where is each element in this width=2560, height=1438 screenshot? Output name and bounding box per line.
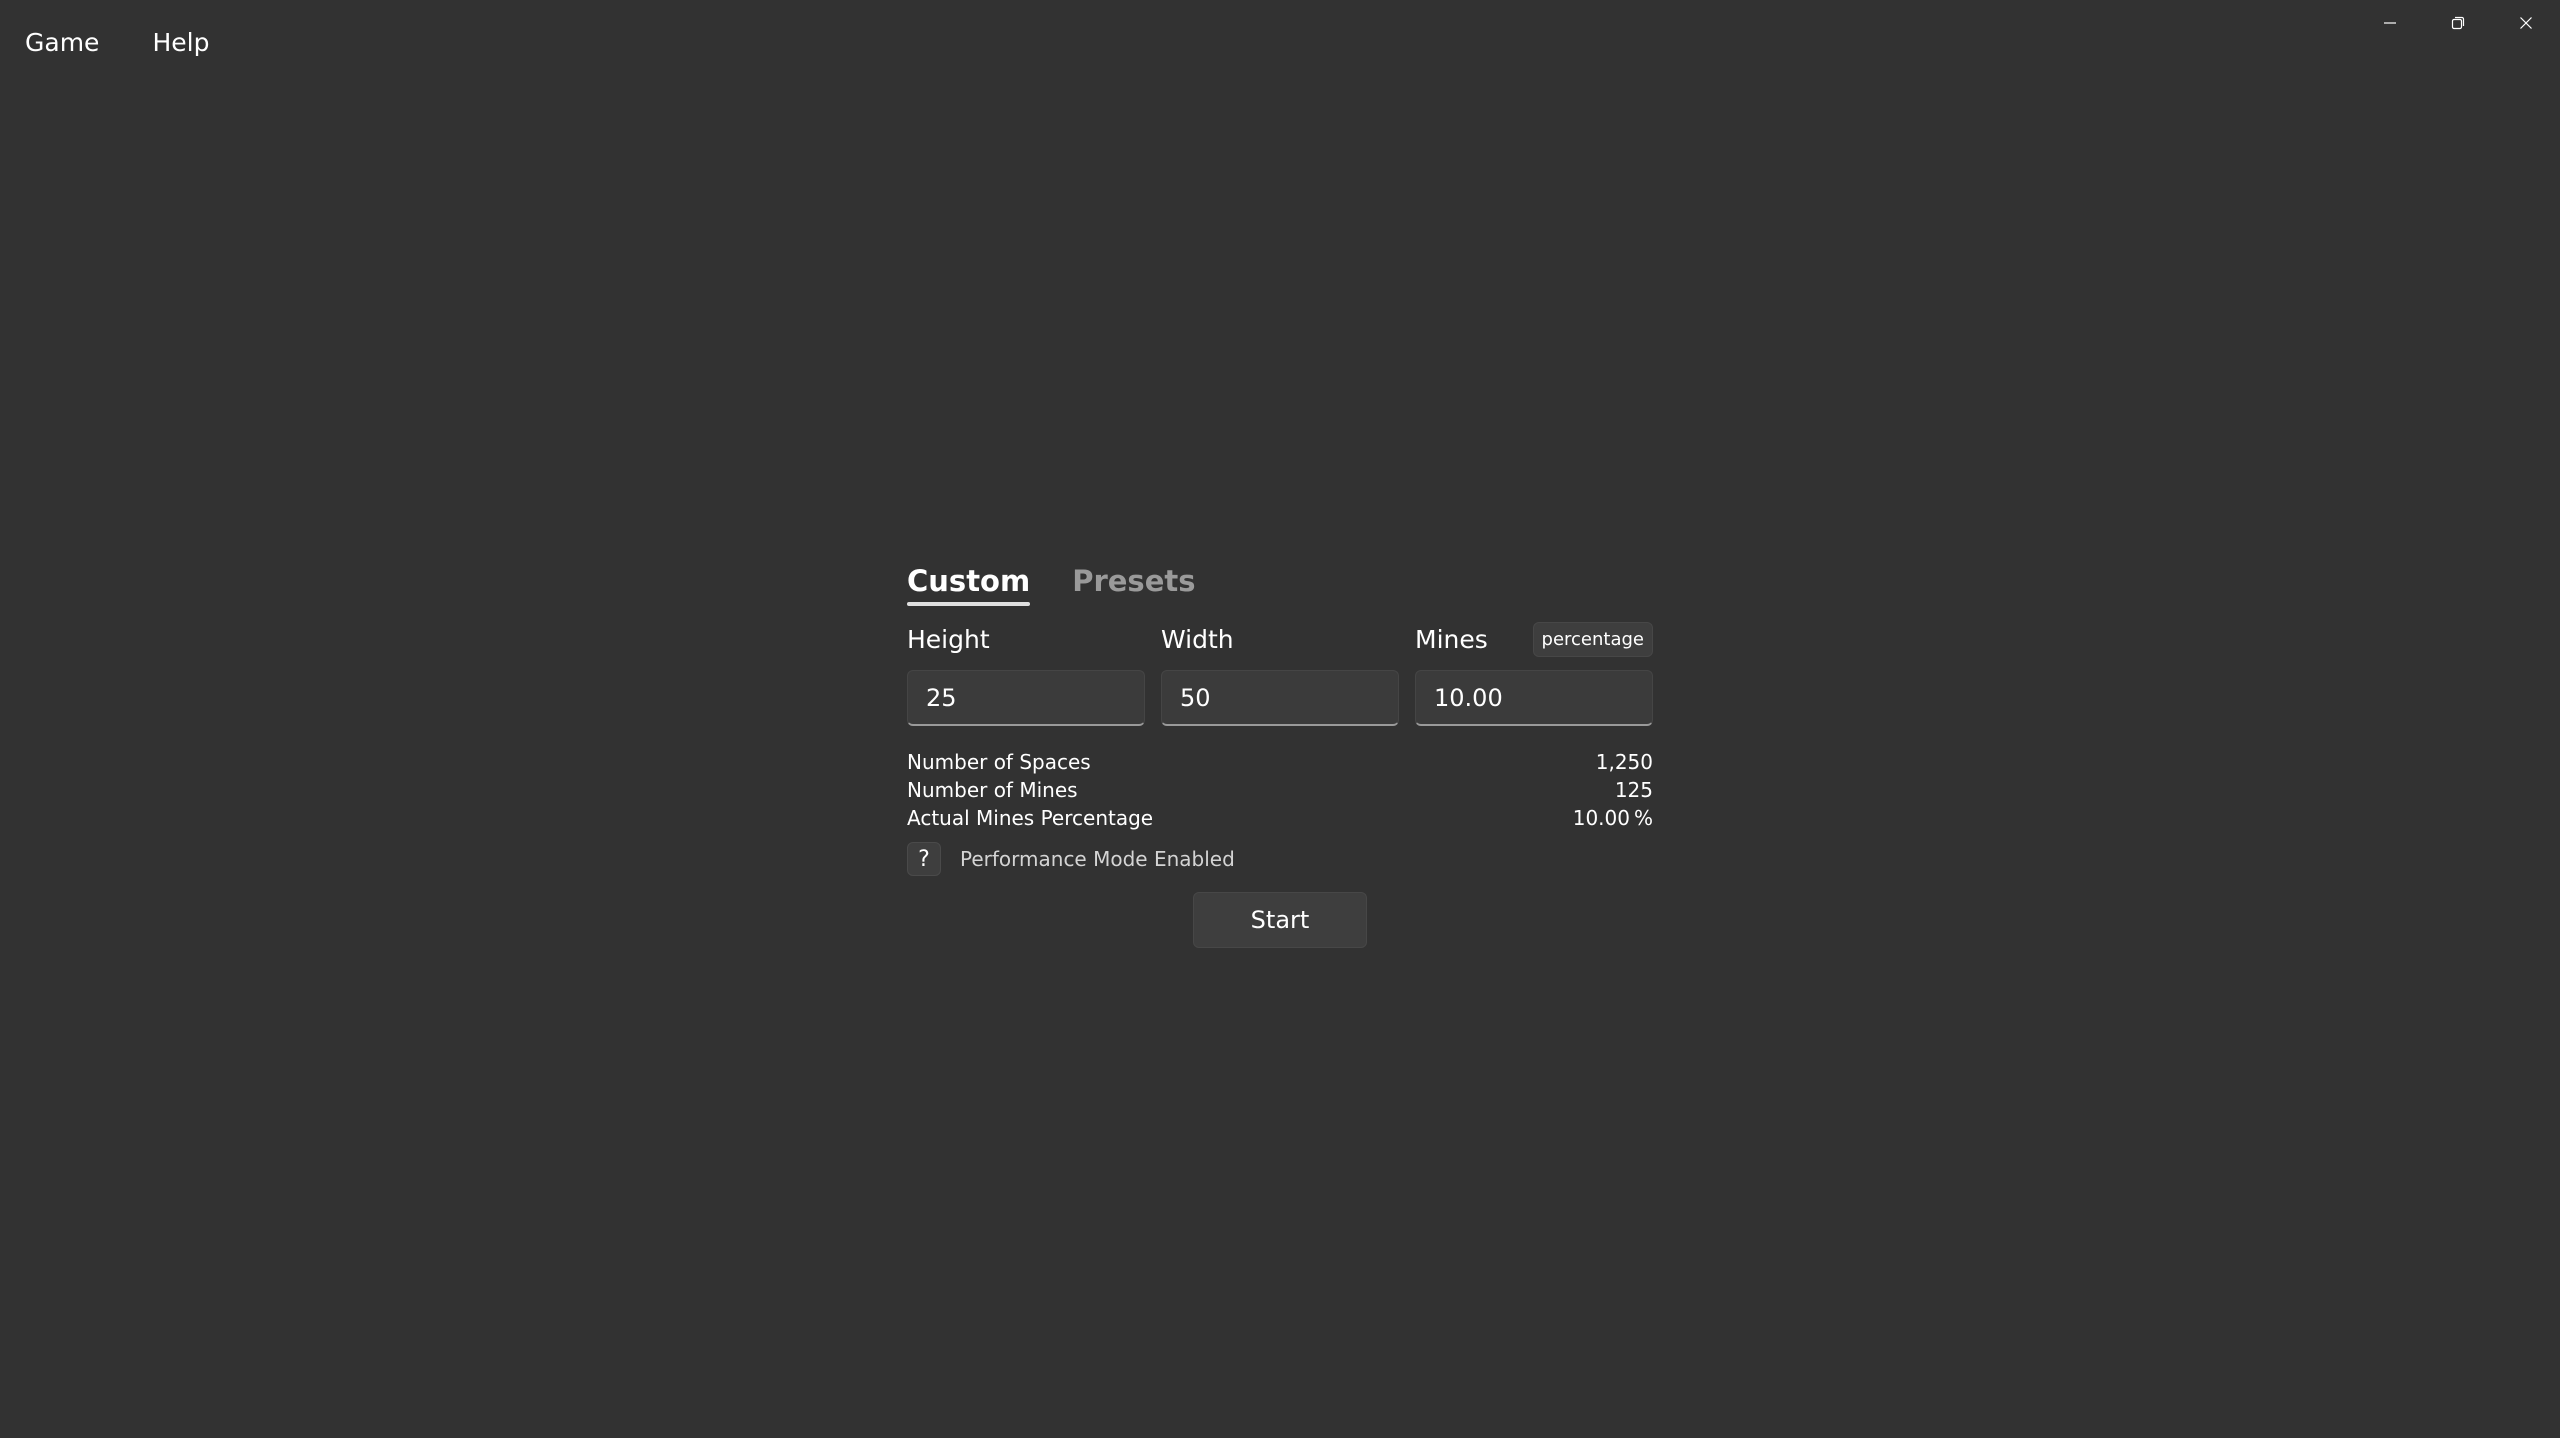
width-label: Width [1161, 624, 1234, 654]
mines-label: Mines [1415, 624, 1488, 654]
height-field-header: Height [907, 616, 1145, 662]
mines-field-header: Mines percentage [1415, 616, 1653, 662]
restore-icon [2451, 16, 2465, 30]
mines-mode-toggle-button[interactable]: percentage [1532, 621, 1653, 657]
mines-field-group: Mines percentage [1415, 616, 1653, 726]
width-field-group: Width [1161, 616, 1399, 726]
performance-help-button[interactable]: ? [907, 842, 941, 876]
tab-presets[interactable]: Presets [1072, 564, 1195, 606]
tab-active-indicator [907, 602, 1031, 606]
height-label: Height [907, 624, 990, 654]
performance-mode-row: ? Performance Mode Enabled [907, 842, 1653, 876]
stat-mines-label: Number of Mines [907, 778, 1078, 802]
menu-help[interactable]: Help [139, 20, 222, 65]
restore-button[interactable] [2424, 0, 2492, 46]
board-stats: Number of Spaces 1,250 Number of Mines 1… [907, 748, 1653, 832]
stat-spaces-value: 1,250 [1595, 750, 1653, 774]
minimize-button[interactable] [2356, 0, 2424, 46]
stat-row-mines: Number of Mines 125 [907, 776, 1653, 804]
stat-row-spaces: Number of Spaces 1,250 [907, 748, 1653, 776]
tab-presets-label: Presets [1072, 564, 1196, 598]
height-field-group: Height [907, 616, 1145, 726]
stat-percentage-value: 10.00 % [1572, 806, 1653, 830]
minesweeper-window: Game Help Custom Presets Height 25 Width… [0, 0, 2560, 1438]
stat-row-percentage: Actual Mines Percentage 10.00 % [907, 804, 1653, 832]
new-game-panel: Custom Presets Height Width [907, 550, 1653, 948]
tab-bar: Custom Presets [907, 550, 1653, 606]
start-row: Start [907, 892, 1653, 948]
stat-spaces-label: Number of Spaces [907, 750, 1091, 774]
window-controls [2356, 0, 2560, 46]
start-button[interactable]: Start [1193, 892, 1367, 948]
menu-game[interactable]: Game [12, 20, 112, 65]
minimize-icon [2384, 22, 2396, 24]
stat-percentage-label: Actual Mines Percentage [907, 806, 1154, 830]
board-size-fields: Height Width Mines percentage [907, 616, 1653, 726]
mines-input[interactable] [1415, 670, 1653, 726]
tab-custom-label: Custom [907, 564, 1031, 598]
width-field-header: Width [1161, 616, 1399, 662]
width-input[interactable] [1161, 670, 1399, 726]
stat-mines-value: 125 [1614, 778, 1653, 802]
close-icon [2520, 17, 2532, 29]
close-button[interactable] [2492, 0, 2560, 46]
tab-custom[interactable]: Custom [907, 564, 1031, 606]
menu-bar: Game Help [0, 0, 249, 84]
performance-mode-text: Performance Mode Enabled [960, 847, 1235, 871]
height-input[interactable] [907, 670, 1145, 726]
